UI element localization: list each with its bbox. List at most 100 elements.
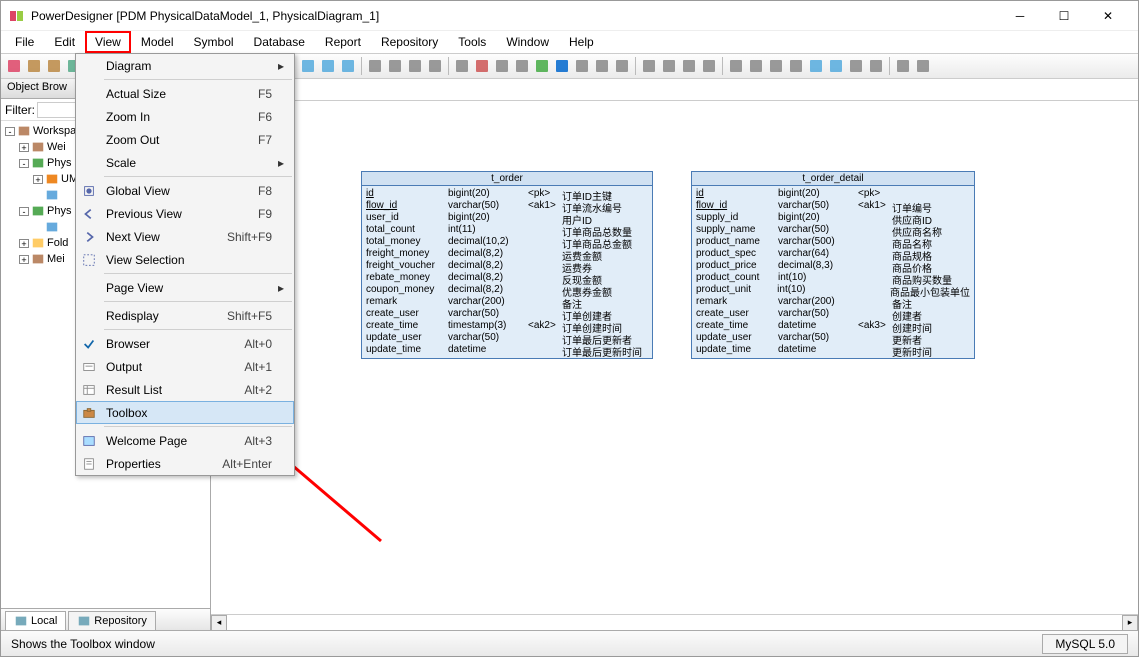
menu-model[interactable]: Model — [131, 31, 184, 53]
tree-expand-icon[interactable]: + — [33, 175, 43, 184]
menu-repository[interactable]: Repository — [371, 31, 448, 53]
menu-item-toolbox[interactable]: Toolbox — [76, 401, 294, 424]
entity-column: update_timedatetime订单最后更新时间 — [366, 344, 648, 356]
scroll-right-button[interactable]: ▸ — [1122, 615, 1138, 631]
menu-item-result-list[interactable]: Result ListAlt+2 — [76, 378, 294, 401]
panel-tab-repository[interactable]: Repository — [68, 611, 156, 630]
toolbar-button-27[interactable] — [493, 57, 511, 75]
menu-item-properties[interactable]: PropertiesAlt+Enter — [76, 452, 294, 475]
toolbar-button-44[interactable] — [807, 57, 825, 75]
toolbar-button-41[interactable] — [747, 57, 765, 75]
menu-item-zoom-out[interactable]: Zoom OutF7 — [76, 128, 294, 151]
toolbar-button-22[interactable] — [406, 57, 424, 75]
close-button[interactable]: ✕ — [1086, 2, 1130, 30]
toolbar-button-16[interactable] — [299, 57, 317, 75]
panel-tab-local[interactable]: Local — [5, 611, 66, 630]
database-indicator[interactable]: MySQL 5.0 — [1042, 634, 1128, 654]
toolbar-button-45[interactable] — [827, 57, 845, 75]
menu-window[interactable]: Window — [496, 31, 559, 53]
app-icon — [9, 8, 25, 24]
toolbar-button-28[interactable] — [513, 57, 531, 75]
menu-item-next-view[interactable]: Next ViewShift+F9 — [76, 225, 294, 248]
horizontal-scrollbar[interactable]: ◂ ▸ — [211, 614, 1138, 630]
entity-t_order_detail[interactable]: t_order_detailidbigint(20)<pk>flow_idvar… — [691, 171, 975, 359]
entity-column: remarkvarchar(200)备注 — [366, 296, 648, 308]
toolbar-button-49[interactable] — [894, 57, 912, 75]
menu-help[interactable]: Help — [559, 31, 604, 53]
menu-symbol[interactable]: Symbol — [184, 31, 244, 53]
tree-expand-icon[interactable]: - — [19, 207, 29, 216]
menu-item-shortcut: F6 — [258, 110, 278, 124]
menu-item-shortcut: Alt+0 — [244, 337, 278, 351]
toolbar-button-25[interactable] — [453, 57, 471, 75]
toolbar-button-26[interactable] — [473, 57, 491, 75]
toolbar-button-31[interactable] — [573, 57, 591, 75]
menu-item-label: Previous View — [100, 207, 258, 221]
toolbar-button-38[interactable] — [700, 57, 718, 75]
toolbar-button-30[interactable] — [553, 57, 571, 75]
toolbar-button-21[interactable] — [386, 57, 404, 75]
toolbar-button-46[interactable] — [847, 57, 865, 75]
toolbar-button-47[interactable] — [867, 57, 885, 75]
toolbar-button-0[interactable] — [5, 57, 23, 75]
toolbar-button-40[interactable] — [727, 57, 745, 75]
scroll-left-button[interactable]: ◂ — [211, 615, 227, 631]
entity-column: product_pricedecimal(8,3)商品价格 — [696, 260, 970, 272]
toolbar-button-36[interactable] — [660, 57, 678, 75]
output-icon — [78, 360, 100, 374]
toolbar-button-18[interactable] — [339, 57, 357, 75]
prev-icon — [78, 207, 100, 221]
tree-expand-icon[interactable]: + — [19, 239, 29, 248]
toolbar-button-33[interactable] — [613, 57, 631, 75]
menu-item-zoom-in[interactable]: Zoom InF6 — [76, 105, 294, 128]
menu-file[interactable]: File — [5, 31, 44, 53]
menu-item-welcome-page[interactable]: Welcome PageAlt+3 — [76, 429, 294, 452]
tree-expand-icon[interactable] — [33, 223, 43, 232]
menu-item-browser[interactable]: BrowserAlt+0 — [76, 332, 294, 355]
toolbar-button-2[interactable] — [45, 57, 63, 75]
diagram-canvas[interactable]: t_orderidbigint(20)<pk>订单ID主键flow_idvarc… — [211, 101, 1138, 614]
menu-item-shortcut: Alt+Enter — [222, 457, 278, 471]
tree-expand-icon[interactable]: - — [19, 159, 29, 168]
menu-item-label: Actual Size — [100, 87, 258, 101]
menu-item-actual-size[interactable]: Actual SizeF5 — [76, 82, 294, 105]
tree-item-label: Wei — [47, 141, 66, 153]
tree-expand-icon[interactable]: - — [5, 127, 15, 136]
menu-edit[interactable]: Edit — [44, 31, 85, 53]
toolbar-button-35[interactable] — [640, 57, 658, 75]
menu-view[interactable]: View — [85, 31, 131, 53]
menu-item-shortcut: F5 — [258, 87, 278, 101]
toolbar-button-50[interactable] — [914, 57, 932, 75]
menu-item-previous-view[interactable]: Previous ViewF9 — [76, 202, 294, 225]
toolbar-button-37[interactable] — [680, 57, 698, 75]
toolbar-button-29[interactable] — [533, 57, 551, 75]
tree-expand-icon[interactable]: + — [19, 143, 29, 152]
tree-expand-icon[interactable]: + — [19, 255, 29, 264]
menu-item-redisplay[interactable]: RedisplayShift+F5 — [76, 304, 294, 327]
menu-item-page-view[interactable]: Page View▸ — [76, 276, 294, 299]
entity-column: flow_idvarchar(50)<ak1>订单流水编号 — [366, 200, 648, 212]
menu-item-diagram[interactable]: Diagram▸ — [76, 54, 294, 77]
toolbar-button-20[interactable] — [366, 57, 384, 75]
menu-item-label: Browser — [100, 337, 244, 351]
toolbar-button-43[interactable] — [787, 57, 805, 75]
tree-expand-icon[interactable] — [33, 191, 43, 200]
toolbar-button-1[interactable] — [25, 57, 43, 75]
menu-item-output[interactable]: OutputAlt+1 — [76, 355, 294, 378]
toolbar-button-32[interactable] — [593, 57, 611, 75]
maximize-button[interactable]: ☐ — [1042, 2, 1086, 30]
entity-t_order[interactable]: t_orderidbigint(20)<pk>订单ID主键flow_idvarc… — [361, 171, 653, 359]
menu-tools[interactable]: Tools — [448, 31, 496, 53]
toolbar-button-17[interactable] — [319, 57, 337, 75]
toolbar-button-42[interactable] — [767, 57, 785, 75]
status-text: Shows the Toolbox window — [11, 637, 155, 651]
menu-report[interactable]: Report — [315, 31, 371, 53]
toolbar-button-23[interactable] — [426, 57, 444, 75]
menu-item-scale[interactable]: Scale▸ — [76, 151, 294, 174]
menu-item-view-selection[interactable]: View Selection — [76, 248, 294, 271]
entity-column: create_timetimestamp(3)<ak2>订单创建时间 — [366, 320, 648, 332]
menu-item-label: Zoom Out — [100, 133, 258, 147]
menu-item-global-view[interactable]: Global ViewF8 — [76, 179, 294, 202]
minimize-button[interactable]: ─ — [998, 2, 1042, 30]
menu-database[interactable]: Database — [244, 31, 315, 53]
